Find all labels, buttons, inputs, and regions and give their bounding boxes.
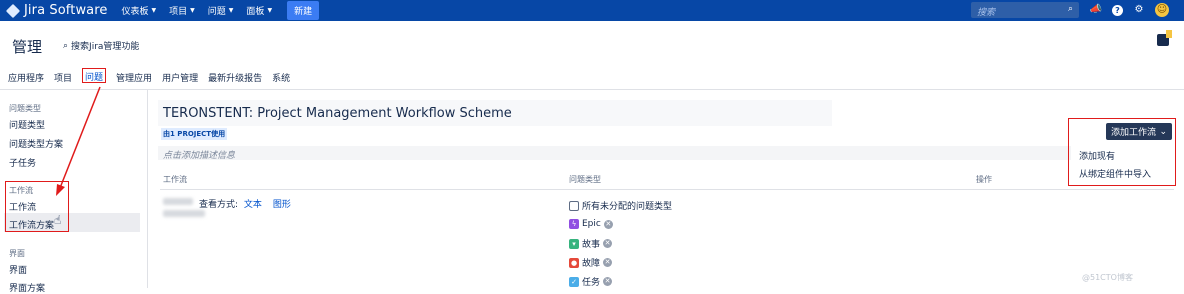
column-header-workflow: 工作流 [163,175,187,184]
used-by-badge[interactable]: 由1 PROJECT使用 [161,128,228,140]
issue-type-row: ✓ 任务 ✕ [569,275,613,288]
annotation-highlight-box [1068,118,1176,186]
column-header-actions: 操作 [976,175,992,184]
blurred-workflow-name [163,198,193,205]
issue-type-row: 所有未分配的问题类型 [569,199,672,212]
epic-icon: ϟ [569,219,579,229]
issue-type-row: ▾ 故事 ✕ [569,237,613,250]
column-header-issue-types: 问题类型 [569,175,601,184]
unassigned-issue-type-icon [569,200,579,211]
remove-icon[interactable]: ✕ [603,219,613,229]
divider [160,189,1174,190]
remove-icon[interactable]: ✕ [603,239,613,248]
bug-icon: ● [569,257,579,268]
task-icon: ✓ [569,276,579,287]
remove-icon[interactable]: ✕ [603,258,613,267]
view-graph-link[interactable]: 图形 [273,200,291,210]
issue-type-row: ● 故障 ✕ [569,257,613,269]
remove-icon[interactable]: ✕ [603,277,613,286]
issue-type-row: ϟ Epic ✕ [569,219,613,229]
story-icon: ▾ [569,238,579,249]
watermark: @51CTO博客 [1082,273,1133,282]
view-text-link[interactable]: 文本 [244,200,262,210]
view-mode: 查看方式: 文本 图形 [199,200,291,210]
description-field[interactable]: 点击添加描述信息 [163,148,235,161]
scheme-title: TERONSTENT: Project Management Workflow … [163,106,512,121]
blurred-workflow-detail [163,210,205,217]
